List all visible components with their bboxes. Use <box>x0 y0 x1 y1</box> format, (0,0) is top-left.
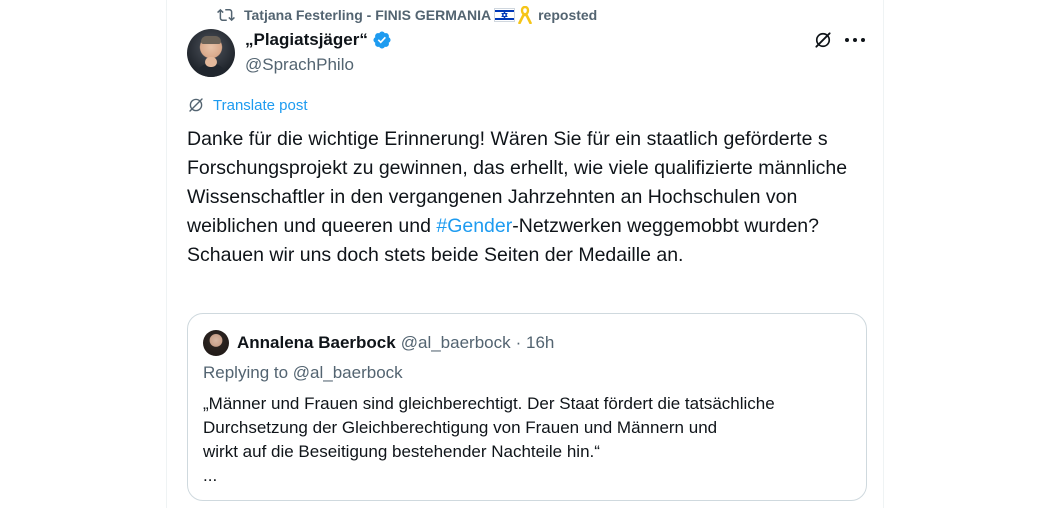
author-handle[interactable]: @SprachPhilo <box>245 55 354 75</box>
quoted-author-handle: @al_baerbock <box>400 333 511 352</box>
post-text: Danke für die wichtige Erinnerung! Wären… <box>187 125 867 270</box>
repost-suffix: reposted <box>538 7 598 23</box>
author-display-name[interactable]: „Plagiatsjäger“ <box>245 30 368 50</box>
israel-flag-icon <box>494 8 516 22</box>
author-avatar[interactable] <box>187 29 235 77</box>
repost-indicator[interactable]: Tatjana Festerling - FINIS GERMANIA repo… <box>217 5 597 25</box>
repost-icon <box>217 8 235 22</box>
timeline-column: Tatjana Festerling - FINIS GERMANIA repo… <box>166 0 884 508</box>
translate-icon <box>189 98 203 112</box>
verified-badge-icon[interactable] <box>372 30 392 50</box>
repost-user[interactable]: Tatjana Festerling - FINIS GERMANIA <box>244 7 491 23</box>
translate-label[interactable]: Translate post <box>213 97 308 114</box>
quoted-author-name: Annalena Baerbock <box>237 333 396 352</box>
yellow-ribbon-icon <box>518 6 532 24</box>
quoted-author-avatar <box>203 330 229 356</box>
more-options-icon[interactable] <box>845 30 865 50</box>
replying-to: Replying to @al_baerbock <box>203 363 403 382</box>
quoted-post-header: Annalena Baerbock @al_baerbock · 16h <box>203 330 554 356</box>
translate-post-link[interactable]: Translate post <box>187 96 308 114</box>
hashtag-link[interactable]: #Gender <box>436 215 512 237</box>
quoted-post-time: · 16h <box>515 333 555 352</box>
quoted-post-text: „Männer und Frauen sind gleichberechtigt… <box>203 394 775 485</box>
grok-icon[interactable] <box>813 30 833 50</box>
author-name-row[interactable]: „Plagiatsjäger“ <box>245 30 392 50</box>
quoted-post[interactable]: Annalena Baerbock @al_baerbock · 16h Rep… <box>187 313 867 501</box>
